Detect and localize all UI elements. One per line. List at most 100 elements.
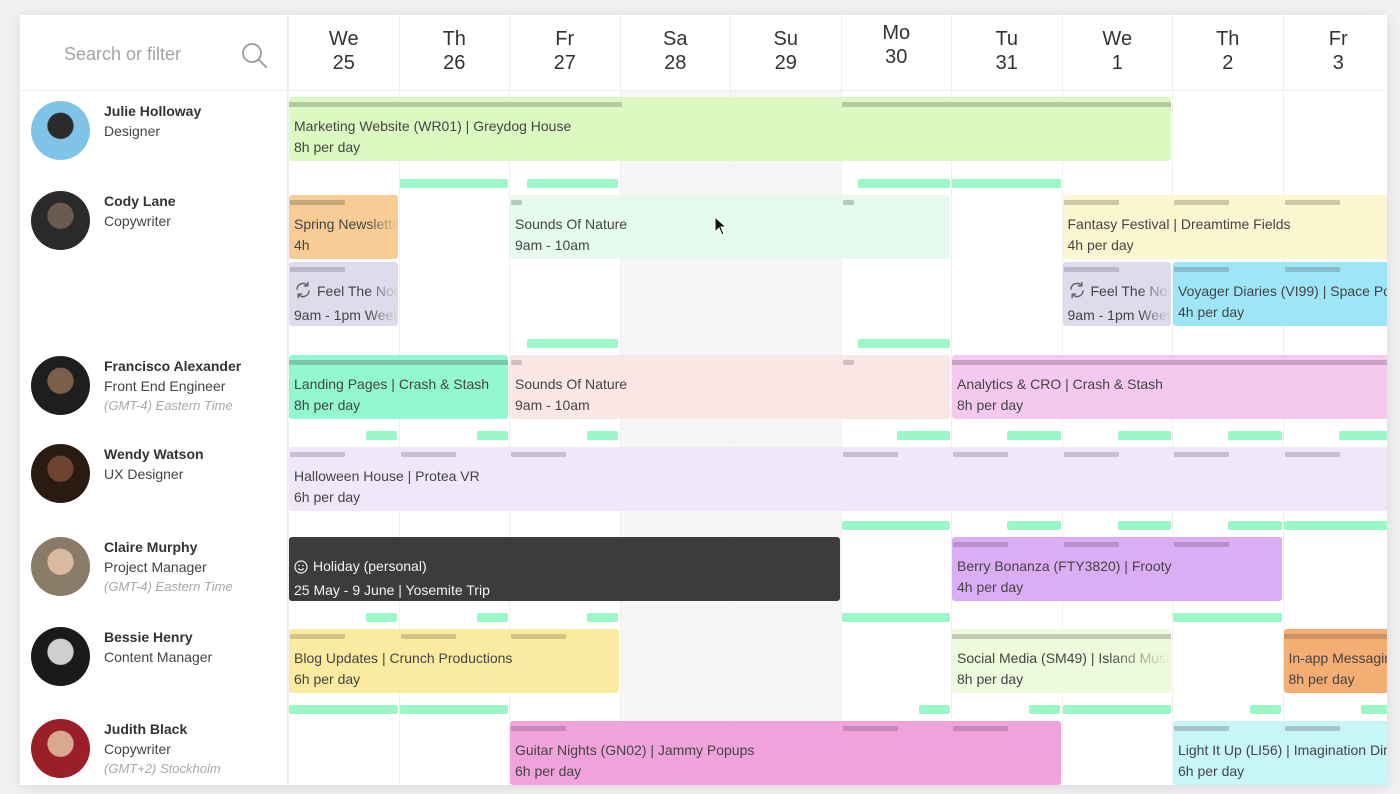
availability-bar xyxy=(1173,613,1282,622)
day-header[interactable]: Fr 27 xyxy=(509,15,620,91)
schedule-event[interactable]: Halloween House | Protea VR 6h per day xyxy=(289,447,1387,511)
allocation-bar xyxy=(1174,542,1229,547)
allocation-bar xyxy=(399,360,508,365)
day-header[interactable]: Tu 31 xyxy=(951,15,1062,91)
schedule-event[interactable]: Holiday (personal) 25 May - 9 June | Yose… xyxy=(289,537,840,601)
allocation-bar xyxy=(290,452,345,457)
event-title: Voyager Diaries (VI99) | Space Pod xyxy=(1178,281,1387,302)
avatar xyxy=(31,191,90,250)
availability-bar xyxy=(476,431,508,440)
person-name: Wendy Watson xyxy=(104,446,204,462)
availability-bar xyxy=(366,431,398,440)
person-row[interactable]: Julie Holloway Designer xyxy=(20,91,288,181)
day-name: Th xyxy=(442,28,466,50)
allocation-bar xyxy=(953,452,1008,457)
event-title: Sounds Of Nature xyxy=(515,374,950,395)
person-row[interactable]: Claire Murphy Project Manager (GMT-4) East… xyxy=(20,517,288,607)
day-name: We xyxy=(328,28,359,50)
event-title-text: In-app Messaging xyxy=(1288,650,1388,666)
allocation-bar xyxy=(1174,267,1229,272)
event-title: Analytics & CRO | Crash & Stash xyxy=(957,374,1387,395)
avatar xyxy=(31,627,90,686)
event-subtitle: 25 May - 9 June | Yosemite Trip xyxy=(294,582,490,598)
schedule-event[interactable]: Sounds Of Nature 9am - 10am xyxy=(510,355,950,419)
allocation-bar xyxy=(842,452,898,457)
allocation-bar xyxy=(290,200,345,205)
availability-bar xyxy=(366,613,398,622)
schedule-event[interactable]: Spring Newsletter 4h xyxy=(289,195,398,259)
allocation-bar xyxy=(399,102,511,107)
person-row[interactable]: Judith Black Copywriter (GMT+2) Stockholm xyxy=(20,701,288,785)
schedule-event[interactable]: Blog Updates | Crunch Productions 6h per … xyxy=(289,629,619,693)
allocation-bar xyxy=(952,634,1064,639)
day-header[interactable]: Su 29 xyxy=(730,15,841,91)
schedule-event[interactable]: Marketing Website (WR01) | Greydog House… xyxy=(289,97,1171,161)
availability-bar xyxy=(587,431,619,440)
allocation-bar xyxy=(842,726,898,731)
schedule-event[interactable]: Feel The Noise 9am - 1pm Weekly xyxy=(1062,262,1171,326)
person-row[interactable]: Francisco Alexander Front End Engineer (GM… xyxy=(20,335,288,425)
search-input[interactable] xyxy=(64,41,244,67)
event-subtitle: 6h per day xyxy=(294,671,361,687)
person-row[interactable]: Cody Lane Copywriter xyxy=(20,175,288,265)
person-role: Front End Engineer xyxy=(104,378,226,394)
day-header[interactable]: Th 2 xyxy=(1172,15,1283,91)
allocation-bar xyxy=(1063,452,1119,457)
person-row[interactable]: Bessie Henry Content Manager xyxy=(20,609,288,699)
allocation-bar xyxy=(1174,452,1229,457)
day-number: 26 xyxy=(443,52,466,74)
person-row[interactable]: Wendy Watson UX Designer xyxy=(20,427,288,517)
day-header[interactable]: We 1 xyxy=(1061,15,1172,91)
day-header[interactable]: Mo 30 xyxy=(840,15,951,91)
event-title: In-app Messaging xyxy=(1289,648,1388,669)
avatar xyxy=(31,719,90,778)
schedule-event[interactable]: Social Media (SM49) | Island Music 8h per… xyxy=(952,629,1171,693)
event-title-text: Guitar Nights (GN02) | Jammy Popups xyxy=(515,742,755,758)
day-number: 1 xyxy=(1111,52,1123,74)
event-title: Spring Newsletter xyxy=(294,214,398,235)
schedule-event[interactable]: Analytics & CRO | Crash & Stash 8h per da… xyxy=(952,355,1387,419)
availability-bar xyxy=(858,179,950,188)
people-list: Julie Holloway Designer Cody Lane Copywrite… xyxy=(20,91,288,785)
schedule-event[interactable]: Landing Pages | Crash & Stash 8h per day xyxy=(289,355,508,419)
day-name: Fr xyxy=(1328,28,1348,50)
person-name: Judith Black xyxy=(104,721,188,737)
allocation-bar xyxy=(952,360,1064,365)
schedule-event[interactable]: Fantasy Festival | Dreamtime Fields 4h pe… xyxy=(1062,195,1387,259)
person-role: Project Manager xyxy=(104,559,207,575)
day-name: Su xyxy=(773,28,798,50)
allocation-bar xyxy=(952,102,1064,107)
search-icon[interactable] xyxy=(240,41,268,69)
availability-bar xyxy=(289,705,398,714)
person-name: Cody Lane xyxy=(104,193,176,209)
day-name: Th xyxy=(1216,28,1240,50)
event-title-text: Spring Newsletter xyxy=(294,216,398,232)
day-number: 29 xyxy=(774,52,797,74)
day-header[interactable]: Sa 28 xyxy=(619,15,730,91)
event-title-text: Berry Bonanza (FTY3820) | Frooty xyxy=(957,558,1172,574)
allocation-bar xyxy=(510,102,622,107)
schedule-event[interactable]: Light It Up (LI56) | Imagination Dimensi… xyxy=(1173,721,1387,785)
schedule-event[interactable]: Feel The Noise 9am - 1pm Weekly xyxy=(289,262,398,326)
schedule-event[interactable]: Berry Bonanza (FTY3820) | Frooty 4h per d… xyxy=(952,537,1282,601)
event-subtitle: 6h per day xyxy=(294,489,361,505)
day-header[interactable]: Fr 3 xyxy=(1282,15,1387,91)
event-title: Berry Bonanza (FTY3820) | Frooty xyxy=(957,556,1282,577)
person-name: Bessie Henry xyxy=(104,629,193,645)
event-title-text: Feel The Noise xyxy=(317,283,398,299)
event-title: Landing Pages | Crash & Stash xyxy=(294,374,508,395)
event-title: Halloween House | Protea VR xyxy=(294,466,1387,487)
event-subtitle: 4h per day xyxy=(1178,304,1245,320)
event-subtitle: 9am - 1pm Weekly xyxy=(294,307,398,323)
availability-bar xyxy=(1062,705,1171,714)
schedule-event[interactable]: Sounds Of Nature 9am - 10am xyxy=(510,195,950,259)
schedule-event[interactable]: Guitar Nights (GN02) | Jammy Popups 6h pe… xyxy=(510,721,1061,785)
day-header[interactable]: Th 26 xyxy=(398,15,509,91)
event-subtitle: 8h per day xyxy=(957,397,1024,413)
day-header[interactable]: We 25 xyxy=(288,15,399,91)
schedule-card: Julie Holloway Designer Cody Lane Copywrite… xyxy=(20,15,1387,785)
person-role: Copywriter xyxy=(104,213,171,229)
schedule-event[interactable]: Voyager Diaries (VI99) | Space Pod 4h per… xyxy=(1173,262,1387,326)
event-title-text: Fantasy Festival | Dreamtime Fields xyxy=(1067,216,1291,232)
schedule-event[interactable]: In-app Messaging 8h per day xyxy=(1283,629,1388,693)
